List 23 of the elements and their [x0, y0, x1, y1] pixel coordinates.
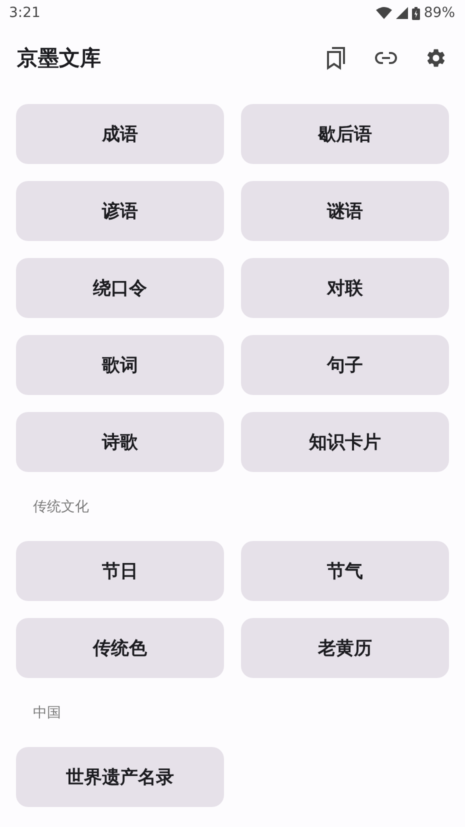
category-tile[interactable]: 节日 [16, 541, 224, 601]
section-header: 传统文化 [32, 498, 90, 517]
category-tile[interactable]: 歇后语 [241, 104, 449, 164]
category-tile[interactable]: 世界遗产名录 [16, 747, 224, 807]
category-tile[interactable]: 歌词 [16, 335, 224, 395]
category-tile[interactable]: 节气 [241, 541, 449, 601]
section-header: 中国 [32, 704, 62, 723]
category-tile[interactable]: 老黄历 [241, 618, 449, 678]
battery-level: 89% [424, 5, 455, 21]
category-tile[interactable]: 知识卡片 [241, 412, 449, 472]
category-tile[interactable]: 谚语 [16, 181, 224, 241]
category-tile[interactable]: 成语 [16, 104, 224, 164]
app-title: 京墨文库 [17, 45, 102, 72]
category-tile[interactable]: 谜语 [241, 181, 449, 241]
battery-icon [412, 6, 420, 20]
status-time: 3:21 [9, 5, 40, 21]
category-tile[interactable]: 诗歌 [16, 412, 224, 472]
signal-icon [396, 7, 408, 19]
category-tile[interactable]: 句子 [241, 335, 449, 395]
wifi-icon [376, 7, 392, 19]
category-tile[interactable]: 绕口令 [16, 258, 224, 318]
category-tile[interactable]: 对联 [241, 258, 449, 318]
category-tile[interactable]: 传统色 [16, 618, 224, 678]
